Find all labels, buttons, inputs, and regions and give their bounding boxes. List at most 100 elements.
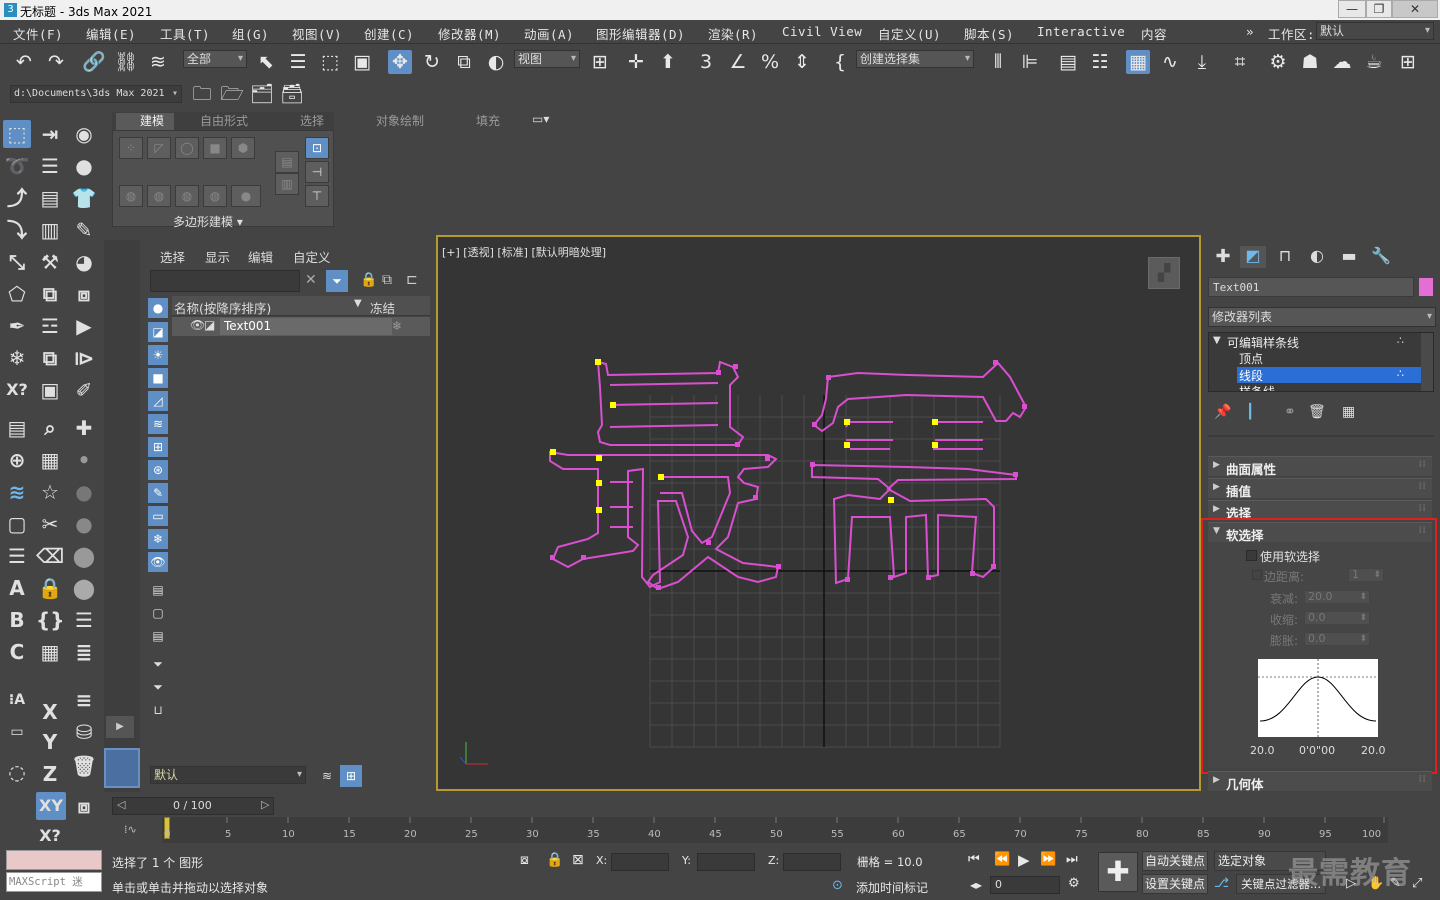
- menu-animation[interactable]: 动画(A): [524, 24, 574, 43]
- layer-explorer-icon[interactable]: ☷: [1088, 50, 1112, 74]
- link-icon[interactable]: 🔗: [82, 50, 106, 74]
- rollout-soft-selection[interactable]: ▼ 软选择 ⁞⁞: [1208, 522, 1432, 543]
- text-spline-shape[interactable]: [549, 360, 1028, 591]
- add-time-tag-button[interactable]: 添加时间标记: [856, 879, 928, 896]
- set-key-big-icon[interactable]: ✚: [1098, 852, 1138, 892]
- ribbon-panel-label[interactable]: 多边形建模 ▾: [173, 213, 243, 230]
- visibility-eye-icon[interactable]: 👁: [190, 318, 205, 332]
- open-project-icon[interactable]: 🗁: [220, 82, 244, 106]
- import-icon[interactable]: ⇥: [36, 120, 64, 148]
- trash-icon[interactable]: 🗑: [70, 752, 98, 780]
- layer-dropdown[interactable]: 默认: [150, 766, 306, 784]
- ribbon-tab-modeling[interactable]: 建模: [140, 112, 164, 130]
- stack-segment-show-icon[interactable]: ∴: [1397, 367, 1404, 380]
- lock-icon[interactable]: 🔒: [36, 574, 64, 602]
- scene-explorer-toggle-icon[interactable]: ▤: [1056, 50, 1080, 74]
- current-frame-field[interactable]: 0: [990, 876, 1060, 894]
- ribbon-shape2-icon[interactable]: ◍: [147, 185, 171, 207]
- keyboard-shortcut-icon[interactable]: ⬆: [656, 50, 680, 74]
- ribbon-tab-populate[interactable]: 填充: [476, 112, 500, 130]
- ribbon-toggle-icon[interactable]: ▦: [1126, 50, 1150, 74]
- display-spacewarps-icon[interactable]: ≋: [148, 414, 168, 434]
- box-icon[interactable]: ⧈: [70, 792, 98, 820]
- project-path-dropdown[interactable]: d:\Documents\3ds Max 2021: [10, 85, 182, 103]
- maxscript-input[interactable]: MAXScript 迷: [6, 872, 102, 892]
- maxscript-listener[interactable]: [6, 850, 102, 870]
- set-key-button[interactable]: 设置关键点: [1142, 874, 1208, 894]
- stack-scrollbar[interactable]: [1421, 333, 1433, 391]
- modifier-list-dropdown[interactable]: 修改器列表: [1208, 307, 1436, 327]
- ribbon-shape3-icon[interactable]: ◍: [175, 185, 199, 207]
- spline-vertices[interactable]: [550, 360, 1027, 590]
- select-paint-icon[interactable]: ⬠: [3, 280, 31, 308]
- explorer-menu-display[interactable]: 显示: [205, 247, 230, 266]
- add-layer-icon[interactable]: ⊕: [3, 446, 31, 474]
- object-color-swatch[interactable]: [1419, 278, 1433, 296]
- place-icon[interactable]: ◐: [484, 50, 508, 74]
- menu-group[interactable]: 组(G): [232, 24, 269, 43]
- close-button[interactable]: ✕: [1392, 0, 1438, 18]
- stack-collapse-icon[interactable]: ▼: [1213, 335, 1221, 346]
- render-setup-icon[interactable]: ☗: [1298, 50, 1322, 74]
- layer-stack-toggle-icon[interactable]: ≋: [316, 765, 338, 787]
- bubble-spinner[interactable]: 0.0: [1304, 632, 1370, 646]
- absolute-mode-icon[interactable]: ⊠: [572, 852, 584, 868]
- next-key-icon[interactable]: ⏩: [1040, 852, 1056, 867]
- xyz-icon[interactable]: X?: [3, 376, 31, 404]
- brush-icon[interactable]: ✎: [70, 216, 98, 244]
- filter-icon[interactable]: ⏷: [326, 270, 348, 292]
- text-c-icon[interactable]: C: [3, 638, 31, 666]
- link-tool-icon[interactable]: ⧉: [36, 344, 64, 372]
- explorer-search-input[interactable]: [150, 270, 300, 292]
- shirt-icon[interactable]: 👕: [70, 184, 98, 212]
- stack-item-segment[interactable]: 线段: [1239, 367, 1263, 384]
- rotate-icon[interactable]: ↻: [420, 50, 444, 74]
- next-frame-icon[interactable]: ▷: [261, 798, 269, 811]
- layers-small-icon[interactable]: ≣: [70, 638, 98, 666]
- tree-view-icon[interactable]: ⊏: [406, 272, 418, 288]
- axis-x-icon[interactable]: X: [36, 698, 64, 726]
- modify-tab-icon[interactable]: ◩: [1240, 246, 1266, 268]
- hierarchy-icon[interactable]: ▥: [36, 216, 64, 244]
- stack-item-editable-spline[interactable]: 可编辑样条线: [1227, 334, 1299, 351]
- curve-editor-mini-icon[interactable]: ⁞∿: [124, 823, 137, 836]
- menu-rendering[interactable]: 渲染(R): [708, 24, 758, 43]
- display-cameras-icon[interactable]: ■: [148, 368, 168, 388]
- x-coordinate-field[interactable]: [611, 853, 669, 871]
- selection-lock-icon[interactable]: 🔒: [546, 852, 563, 868]
- menu-graph-editors[interactable]: 图形编辑器(D): [596, 24, 685, 43]
- display-shapes-icon[interactable]: ◪: [148, 322, 168, 342]
- ribbon-pin-icon[interactable]: ⊡: [305, 137, 329, 159]
- menu-edit[interactable]: 编辑(E): [86, 24, 136, 43]
- track-bar[interactable]: 0 5 10 15 20 25 30 35 40 45 50 55 60 65 …: [162, 817, 1388, 843]
- rollout-selection[interactable]: ▶ 选择 ⁞⁞: [1208, 500, 1432, 521]
- bind-space-warp-icon[interactable]: ≋: [146, 50, 170, 74]
- collapse-icon[interactable]: ⊔: [148, 700, 168, 720]
- schematic-view-icon[interactable]: ⌗: [1228, 50, 1252, 74]
- text-b-icon[interactable]: B: [3, 606, 31, 634]
- align-tool-icon[interactable]: ⤵: [3, 216, 31, 244]
- stack-gray-icon[interactable]: ☰: [70, 606, 98, 634]
- unlink-icon[interactable]: ⛓: [114, 50, 138, 74]
- display-containers-icon[interactable]: ▭: [148, 506, 168, 526]
- pinch-spinner[interactable]: 0.0: [1304, 611, 1370, 625]
- rect-selection-icon[interactable]: ⬚: [318, 50, 342, 74]
- dope-sheet-icon[interactable]: ⤓: [1190, 50, 1214, 74]
- clear-search-icon[interactable]: ✕: [305, 272, 317, 288]
- ribbon-border-icon[interactable]: ◯: [175, 137, 199, 159]
- display-xrefs-icon[interactable]: ⊛: [148, 460, 168, 480]
- shapes-icon[interactable]: ●: [70, 152, 98, 180]
- hierarchy-view-icon[interactable]: ⧉: [382, 272, 392, 288]
- y-coordinate-field[interactable]: [697, 853, 755, 871]
- text-a-icon[interactable]: A: [3, 574, 31, 602]
- ref-coord-dropdown[interactable]: 视图: [514, 50, 580, 68]
- select-tool-icon[interactable]: ⬚: [3, 120, 31, 148]
- sculpt-icon[interactable]: ⌕: [36, 414, 64, 442]
- layers-blue-icon[interactable]: ≋: [3, 478, 31, 506]
- display-helpers-icon[interactable]: ◿: [148, 391, 168, 411]
- spinner-snap-icon[interactable]: ⇕: [790, 50, 814, 74]
- angle-snap-icon[interactable]: ∠: [726, 50, 750, 74]
- axis-y-icon[interactable]: Y: [36, 728, 64, 756]
- menu-overflow-icon[interactable]: »: [1246, 24, 1254, 39]
- paint-brush-icon[interactable]: ✐: [70, 376, 98, 404]
